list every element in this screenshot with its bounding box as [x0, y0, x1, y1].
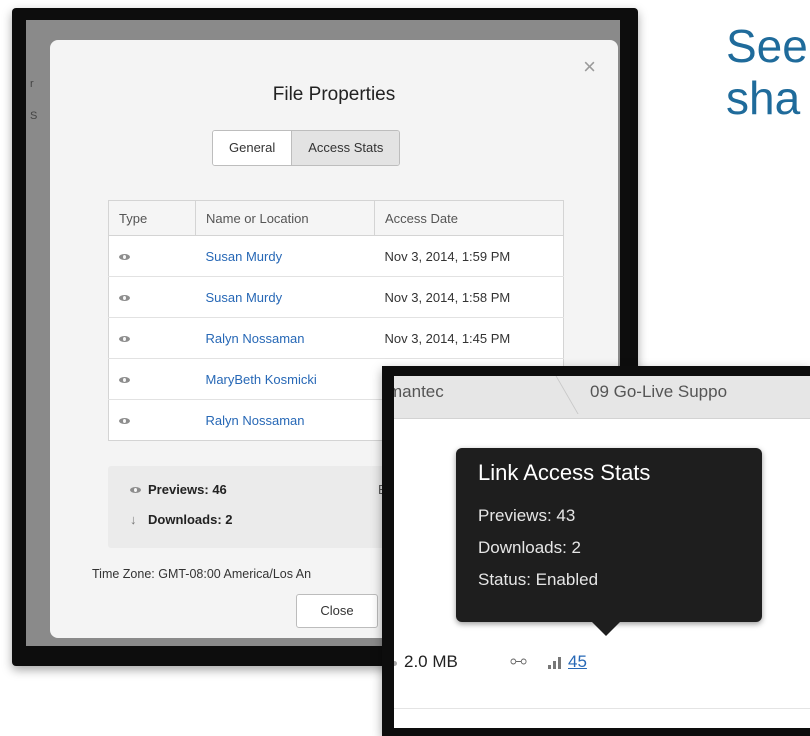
eye-icon [119, 376, 130, 383]
eye-icon [119, 294, 130, 301]
name-link[interactable]: Susan Murdy [195, 235, 375, 277]
background-glyph: r [30, 78, 34, 90]
close-button[interactable]: Close [296, 594, 378, 628]
eye-icon [119, 253, 130, 260]
column-header-date[interactable]: Access Date [374, 200, 564, 236]
tooltip-previews: Previews: 43 [478, 506, 576, 525]
breadcrumb-item[interactable]: mantec [394, 382, 444, 402]
file-row: 2.0 MB ⧟ 45 [394, 640, 810, 692]
column-header-name[interactable]: Name or Location [195, 200, 375, 236]
type-cell [108, 276, 196, 318]
previews-summary: Previews: 46 [130, 482, 227, 497]
eye-icon [119, 417, 130, 424]
link-access-stats-tooltip: Link Access Stats Previews: 43 Downloads… [456, 448, 762, 636]
table-header-row: Type Name or Location Access Date [108, 200, 564, 236]
access-count-link[interactable]: 45 [568, 652, 587, 672]
slide-heading: See sha [726, 20, 810, 124]
access-date: Nov 3, 2014, 1:59 PM [374, 235, 564, 277]
breadcrumb: mantec 09 Go-Live Suppo [394, 376, 810, 419]
breadcrumb-item[interactable]: 09 Go-Live Suppo [590, 382, 727, 402]
downloads-count: Downloads: 2 [148, 512, 233, 527]
name-link[interactable]: Susan Murdy [195, 276, 375, 318]
name-link[interactable]: Ralyn Nossaman [195, 399, 375, 441]
table-row: Ralyn Nossaman Nov 3, 2014, 1:45 PM [108, 317, 564, 359]
background-glyph: S [30, 110, 38, 122]
bullet-dot [394, 661, 397, 666]
name-link[interactable]: MaryBeth Kosmicki [195, 358, 375, 400]
stats-bars-icon[interactable] [548, 657, 564, 669]
slide-heading-line-2: sha [726, 72, 801, 124]
link-stats-screenshot: mantec 09 Go-Live Suppo Link Access Stat… [382, 366, 810, 736]
tooltip-status: Status: Enabled [478, 570, 599, 589]
tooltip-title: Link Access Stats [478, 460, 651, 485]
close-icon[interactable]: × [583, 56, 596, 78]
eye-icon [130, 482, 148, 497]
type-cell [108, 358, 196, 400]
dialog-title: File Properties [272, 84, 396, 105]
type-cell [108, 235, 196, 277]
file-size: 2.0 MB [404, 652, 458, 671]
access-date: Nov 3, 2014, 1:45 PM [374, 317, 564, 359]
tooltip-downloads: Downloads: 2 [478, 538, 582, 557]
type-cell [108, 317, 196, 359]
row-divider [394, 708, 810, 709]
slide-heading-line-1: See [726, 20, 808, 72]
name-link[interactable]: Ralyn Nossaman [195, 317, 375, 359]
column-header-type[interactable]: Type [108, 200, 196, 236]
breadcrumb-separator [532, 376, 579, 414]
tab-group: General Access Stats [212, 130, 401, 166]
link-icon[interactable]: ⧟ [510, 651, 527, 671]
access-date: Nov 3, 2014, 1:58 PM [374, 276, 564, 318]
table-row: Susan Murdy Nov 3, 2014, 1:58 PM [108, 276, 564, 318]
download-arrow-icon: ↓ [130, 512, 137, 527]
eye-icon [119, 335, 130, 342]
tab-access-stats[interactable]: Access Stats [291, 131, 400, 165]
table-row: Susan Murdy Nov 3, 2014, 1:59 PM [108, 235, 564, 277]
previews-count: Previews: 46 [148, 482, 227, 497]
type-cell [108, 399, 196, 441]
tab-general[interactable]: General [213, 131, 292, 165]
downloads-summary: ↓ Downloads: 2 [130, 512, 233, 527]
timezone-label: Time Zone: GMT-08:00 America/Los An [92, 567, 312, 581]
link-stats-inset: mantec 09 Go-Live Suppo Link Access Stat… [394, 376, 810, 728]
